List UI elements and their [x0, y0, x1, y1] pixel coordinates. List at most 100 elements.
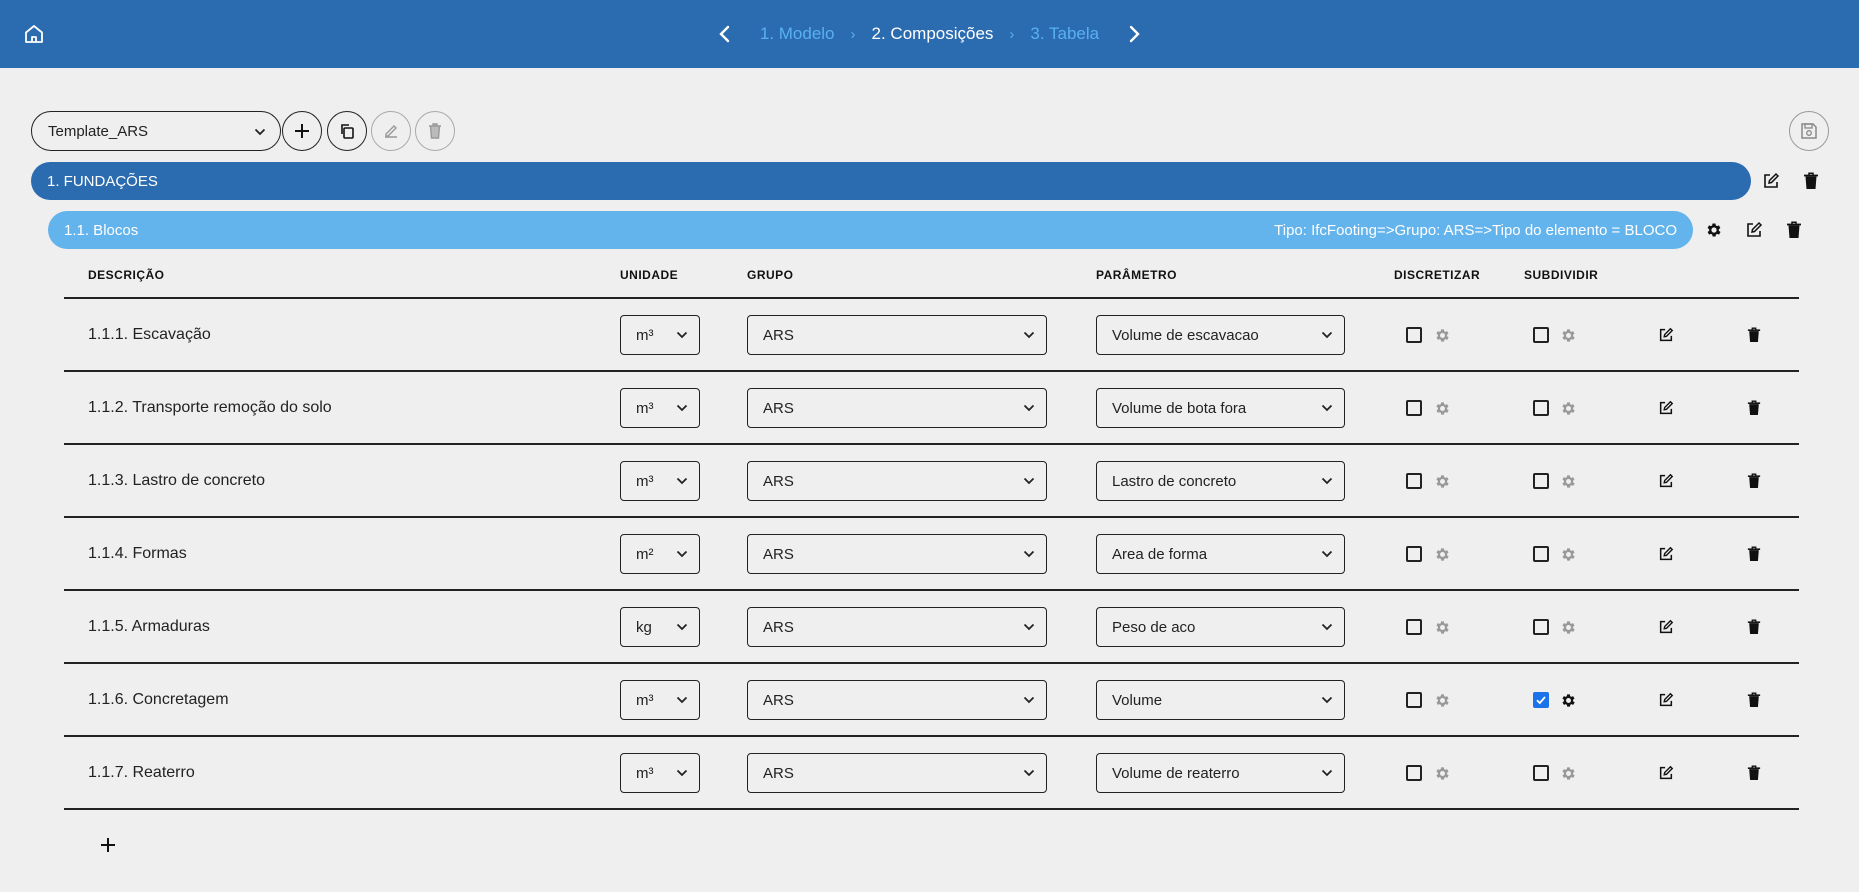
trash-icon[interactable] [1744, 325, 1764, 345]
unit-select[interactable]: m³ [620, 388, 700, 428]
step-modelo[interactable]: 1. Modelo [750, 24, 845, 44]
add-template-button[interactable] [282, 111, 322, 151]
group-select[interactable]: ARS [747, 753, 1047, 793]
trash-icon[interactable] [1801, 171, 1821, 191]
unit-select[interactable]: m³ [620, 461, 700, 501]
row-description: 1.1.5. Armaduras [88, 617, 210, 635]
parameter-select[interactable]: Lastro de concreto [1096, 461, 1345, 501]
parameter-select[interactable]: Peso de aco [1096, 607, 1345, 647]
gear-icon[interactable] [1558, 690, 1578, 710]
table-row: 1.1.7. Reaterro m³ ARS Volume de reaterro [64, 736, 1799, 809]
trash-icon[interactable] [1744, 471, 1764, 491]
edit-icon[interactable] [1656, 398, 1676, 418]
group-select[interactable]: ARS [747, 461, 1047, 501]
group-select[interactable]: ARS [747, 534, 1047, 574]
step-composicoes[interactable]: 2. Composições [862, 24, 1004, 44]
gear-icon[interactable] [1558, 763, 1578, 783]
edit-icon[interactable] [1656, 471, 1676, 491]
parameter-select[interactable]: Volume de escavacao [1096, 315, 1345, 355]
gear-icon[interactable] [1432, 544, 1452, 564]
trash-icon[interactable] [1784, 220, 1804, 240]
row-description: 1.1.3. Lastro de concreto [88, 471, 265, 489]
gear-icon[interactable] [1432, 617, 1452, 637]
chevron-down-icon [675, 620, 689, 634]
subdividir-checkbox[interactable] [1533, 692, 1549, 708]
edit-icon[interactable] [1761, 171, 1781, 191]
gear-icon[interactable] [1432, 398, 1452, 418]
add-item-button[interactable] [96, 833, 120, 857]
row-description: 1.1.6. Concretagem [88, 690, 229, 708]
chevron-right-icon[interactable] [1123, 23, 1145, 45]
edit-icon[interactable] [1656, 763, 1676, 783]
subdividir-checkbox[interactable] [1533, 546, 1549, 562]
trash-icon[interactable] [1744, 544, 1764, 564]
group-select[interactable]: ARS [747, 315, 1047, 355]
unit-select[interactable]: m³ [620, 680, 700, 720]
gear-icon[interactable] [1432, 471, 1452, 491]
gear-icon[interactable] [1432, 325, 1452, 345]
parameter-select[interactable]: Area de forma [1096, 534, 1345, 574]
subdividir-checkbox[interactable] [1533, 473, 1549, 489]
gear-icon[interactable] [1558, 398, 1578, 418]
template-select[interactable]: Template_ARS [31, 111, 281, 151]
chevron-left-icon[interactable] [714, 23, 736, 45]
unit-value: m³ [636, 764, 654, 782]
delete-template-button[interactable] [415, 111, 455, 151]
wizard-steps: 1. Modelo › 2. Composições › 3. Tabela [0, 0, 1859, 68]
gear-icon[interactable] [1432, 690, 1452, 710]
subdividir-checkbox[interactable] [1533, 400, 1549, 416]
chevron-down-icon [675, 766, 689, 780]
subgroup-bar-blocos[interactable]: 1.1. Blocos Tipo: IfcFooting=>Grupo: ARS… [48, 211, 1693, 249]
edit-template-button[interactable] [371, 111, 411, 151]
parameter-select[interactable]: Volume de bota fora [1096, 388, 1345, 428]
unit-select[interactable]: m² [620, 534, 700, 574]
subgroup-label: 1.1. Blocos [64, 221, 139, 239]
table-row: 1.1.1. Escavação m³ ARS Volume de escavacao [64, 298, 1799, 371]
save-button[interactable] [1789, 111, 1829, 151]
unit-select[interactable]: kg [620, 607, 700, 647]
group-label: 1. FUNDAÇÕES [47, 172, 158, 190]
copy-template-button[interactable] [327, 111, 367, 151]
step-tabela[interactable]: 3. Tabela [1020, 24, 1109, 44]
discretizar-checkbox[interactable] [1406, 327, 1422, 343]
subdividir-checkbox[interactable] [1533, 327, 1549, 343]
trash-icon[interactable] [1744, 763, 1764, 783]
trash-icon[interactable] [1744, 398, 1764, 418]
unit-value: m³ [636, 691, 654, 709]
gear-icon[interactable] [1432, 763, 1452, 783]
unit-value: m² [636, 545, 654, 563]
edit-icon[interactable] [1744, 220, 1764, 240]
edit-icon[interactable] [1656, 690, 1676, 710]
table-row: 1.1.2. Transporte remoção do solo m³ ARS Vo… [64, 371, 1799, 444]
edit-icon[interactable] [1656, 325, 1676, 345]
gear-icon[interactable] [1558, 544, 1578, 564]
unit-select[interactable]: m³ [620, 315, 700, 355]
gear-icon[interactable] [1558, 325, 1578, 345]
group-bar-fundacoes[interactable]: 1. FUNDAÇÕES [31, 162, 1751, 200]
parameter-select[interactable]: Volume [1096, 680, 1345, 720]
chevron-down-icon [675, 693, 689, 707]
chevron-down-icon [1320, 328, 1334, 342]
group-select[interactable]: ARS [747, 680, 1047, 720]
group-select[interactable]: ARS [747, 607, 1047, 647]
discretizar-checkbox[interactable] [1406, 692, 1422, 708]
discretizar-checkbox[interactable] [1406, 765, 1422, 781]
discretizar-checkbox[interactable] [1406, 546, 1422, 562]
unit-select[interactable]: m³ [620, 753, 700, 793]
trash-icon[interactable] [1744, 690, 1764, 710]
gear-icon[interactable] [1704, 220, 1724, 240]
trash-icon[interactable] [1744, 617, 1764, 637]
gear-icon[interactable] [1558, 617, 1578, 637]
gear-icon[interactable] [1558, 471, 1578, 491]
subgroup-filter: Tipo: IfcFooting=>Grupo: ARS=>Tipo do el… [1274, 221, 1677, 239]
subdividir-checkbox[interactable] [1533, 765, 1549, 781]
discretizar-checkbox[interactable] [1406, 619, 1422, 635]
parameter-select[interactable]: Volume de reaterro [1096, 753, 1345, 793]
subdividir-checkbox[interactable] [1533, 619, 1549, 635]
discretizar-checkbox[interactable] [1406, 473, 1422, 489]
edit-icon[interactable] [1656, 544, 1676, 564]
discretizar-checkbox[interactable] [1406, 400, 1422, 416]
edit-icon[interactable] [1656, 617, 1676, 637]
table-row: 1.1.3. Lastro de concreto m³ ARS Lastro de … [64, 444, 1799, 517]
group-select[interactable]: ARS [747, 388, 1047, 428]
